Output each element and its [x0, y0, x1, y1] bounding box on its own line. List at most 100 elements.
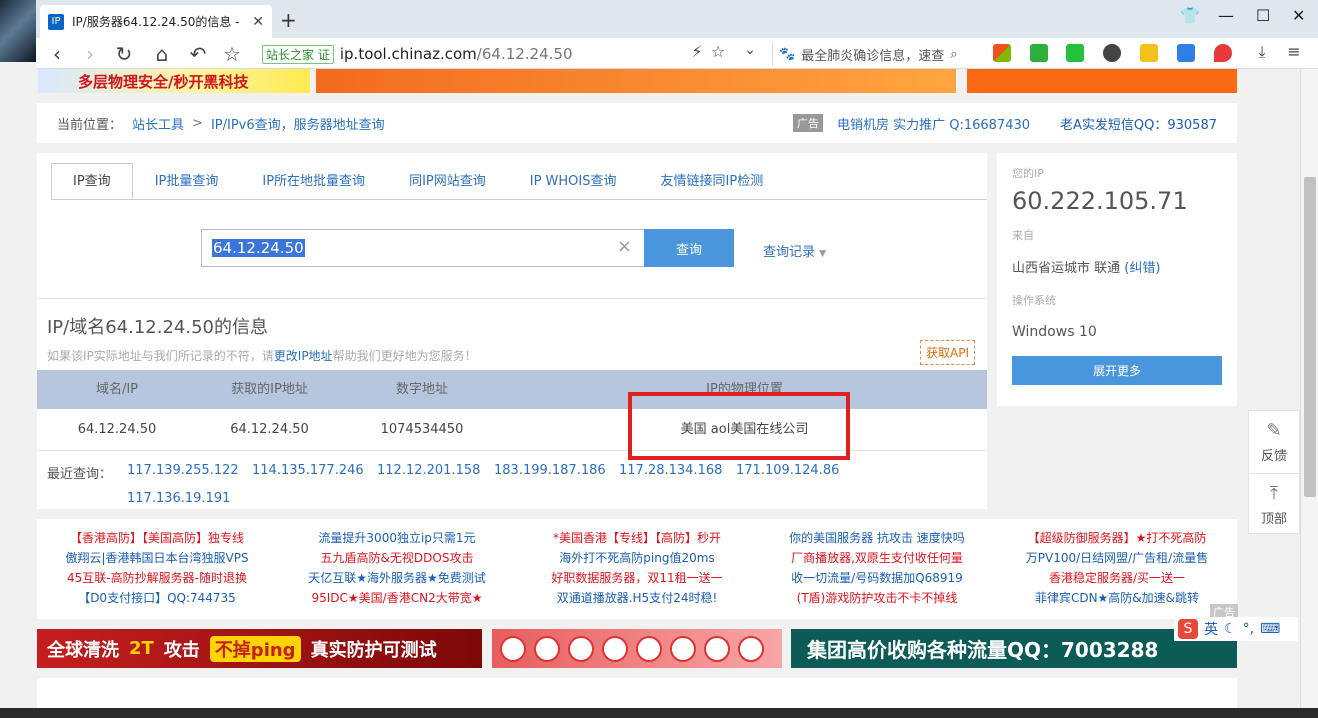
- ad-link[interactable]: 45互联-高防抄解服务器-随时退换: [37, 568, 277, 588]
- user-avatar[interactable]: [0, 0, 36, 62]
- ad-link[interactable]: (T盾)游戏防护攻击不卡不掉线: [757, 588, 997, 608]
- maximize-icon[interactable]: ☐: [1256, 6, 1270, 25]
- ad-link[interactable]: 流量提升3000独立ip只需1元: [277, 528, 517, 548]
- keyboard-icon[interactable]: ⌨: [1260, 621, 1280, 637]
- back-to-top-button[interactable]: ⤒ 顶部: [1249, 473, 1299, 535]
- recent-ip-link[interactable]: 171.109.124.86: [736, 463, 839, 478]
- new-tab-icon[interactable]: +: [280, 8, 297, 32]
- breadcrumb-link-ip[interactable]: IP/IPv6查询，服务器地址查询: [211, 114, 385, 133]
- reload-icon[interactable]: ↻: [112, 42, 136, 66]
- skin-icon[interactable]: 👕: [1180, 6, 1200, 25]
- col-numeric: 数字地址: [395, 382, 448, 397]
- tab-ip-query[interactable]: IP查询: [51, 163, 133, 199]
- close-tab-icon[interactable]: ✕: [252, 14, 264, 30]
- ad-link[interactable]: 收一切流量/号码数据加Q68919: [757, 568, 997, 588]
- top-ad-banner-3[interactable]: [967, 69, 1237, 93]
- ip-query-panel: IP查询 IP批量查询 IP所在地批量查询 同IP网站查询 IP WHOIS查询…: [37, 153, 987, 509]
- query-history-dropdown[interactable]: 查询记录 ▼: [763, 241, 826, 260]
- top-ad-text: 多层物理安全/秒开黑科技: [78, 73, 249, 91]
- ad-link[interactable]: 双通道播放器.H5支付24时稳!: [517, 588, 757, 608]
- bottom-ad-banner-2[interactable]: [492, 629, 782, 668]
- back-icon[interactable]: ‹: [45, 42, 69, 66]
- menu-icon[interactable]: ≡: [1282, 42, 1306, 61]
- recycle-ext-icon[interactable]: [1030, 44, 1048, 62]
- header-ad-link-1[interactable]: 电销机房 实力推广 Q:16687430: [837, 114, 1030, 133]
- ad-link[interactable]: 香港稳定服务器/买一送一: [997, 568, 1237, 588]
- ad-link[interactable]: 你的美国服务器 抗攻击 速度快吗: [757, 528, 997, 548]
- undo-icon[interactable]: ↶: [186, 42, 210, 66]
- minimize-icon[interactable]: —: [1218, 6, 1234, 25]
- recent-ip-link[interactable]: 117.139.255.122: [127, 463, 239, 478]
- query-history-label: 查询记录: [763, 245, 816, 260]
- recent-ip-link[interactable]: 117.28.134.168: [619, 463, 722, 478]
- ad-link[interactable]: 海外打不死高防ping值20ms: [517, 548, 757, 568]
- ad-link[interactable]: 万PV100/日结网盟/广告租/流量售: [997, 548, 1237, 568]
- ad-link[interactable]: 五九盾高防&无视DDOS攻击: [277, 548, 517, 568]
- browser-tab[interactable]: IP IP/服务器64.12.24.50的信息 - ✕: [40, 5, 272, 38]
- recent-ip-link[interactable]: 117.136.19.191: [127, 491, 230, 506]
- tab-friendlink[interactable]: 友情链接同IP检测: [639, 163, 786, 199]
- ip-search-input[interactable]: 64.12.24.50 ×: [201, 229, 645, 267]
- browser-search[interactable]: 🐾 最全肺炎确诊信息，速查 ⌕: [772, 42, 977, 66]
- recent-ip-link[interactable]: 183.199.187.186: [494, 463, 606, 478]
- mail-icon: [636, 635, 662, 662]
- tab-location-batch[interactable]: IP所在地批量查询: [240, 163, 387, 199]
- edit-ext-icon[interactable]: [1177, 44, 1195, 62]
- ad-link[interactable]: 【D0支付接口】QQ:744735: [37, 588, 277, 608]
- favorite-icon[interactable]: ☆: [220, 42, 244, 66]
- ime-toolbar[interactable]: S 英 ☾ °, ⌨: [1174, 617, 1298, 641]
- expand-more-button[interactable]: 展开更多: [1012, 356, 1222, 385]
- top-ad-banner-2[interactable]: [316, 69, 956, 93]
- your-ip-value: 60.222.105.71: [1012, 187, 1188, 215]
- bottom-ad-banner-3[interactable]: 集团高价收购各种流量QQ：7003288: [791, 629, 1237, 668]
- windows-ext-icon[interactable]: [993, 44, 1011, 62]
- ad-link[interactable]: 傲翔云|香港韩国日本台湾独服VPS: [37, 548, 277, 568]
- forward-icon[interactable]: ›: [78, 42, 102, 66]
- arrow-up-icon: ⤒: [1270, 482, 1278, 504]
- tab-divider: [51, 199, 987, 200]
- close-window-icon[interactable]: ✕: [1292, 6, 1305, 25]
- ad-link[interactable]: 好职数据服务器，双11租一送一: [517, 568, 757, 588]
- ad-link[interactable]: 95IDC★美国/香港CN2大带宽★: [277, 588, 517, 608]
- correct-link[interactable]: (纠错): [1124, 261, 1160, 276]
- tab-ip-batch[interactable]: IP批量查询: [133, 163, 241, 199]
- punct-icon[interactable]: °,: [1243, 621, 1254, 637]
- get-api-button[interactable]: 获取API: [920, 340, 975, 365]
- ad-link[interactable]: 天亿互联★海外服务器★免费测试: [277, 568, 517, 588]
- breadcrumb-separator: >: [192, 115, 203, 131]
- z-icon: [738, 635, 764, 662]
- ad-link[interactable]: *美国香港【专线】【高防】秒开: [517, 528, 757, 548]
- tab-whois[interactable]: IP WHOIS查询: [508, 163, 639, 199]
- ad-link[interactable]: 【超级防御服务器】★打不死高防: [997, 528, 1237, 548]
- home-icon[interactable]: ⌂: [150, 42, 174, 66]
- page-scrollbar[interactable]: [1300, 69, 1318, 718]
- feedback-button[interactable]: ✎ 反馈: [1249, 411, 1299, 473]
- bottom-ad-banner-1[interactable]: 全球清洗 2T 攻击 不掉ping 真实防护可测试: [37, 629, 482, 668]
- from-value: 山西省运城市 联通 (纠错): [1012, 261, 1161, 276]
- recent-ip-link[interactable]: 112.12.201.158: [377, 463, 480, 478]
- recent-ip-link[interactable]: 114.135.177.246: [252, 463, 364, 478]
- clear-icon[interactable]: ×: [617, 236, 632, 257]
- change-ip-link[interactable]: 更改IP地址: [274, 349, 333, 363]
- breadcrumb-link-tools[interactable]: 站长工具: [132, 114, 184, 133]
- ad-link[interactable]: 【香港高防】【美国高防】独专线: [37, 528, 277, 548]
- os-label: 操作系统: [1012, 294, 1056, 307]
- bookmark-star-icon[interactable]: ☆: [706, 42, 730, 61]
- header-ad-link-2[interactable]: 老A实发短信QQ：930587: [1060, 114, 1217, 133]
- ime-lang[interactable]: 英: [1204, 619, 1218, 639]
- dropdown-icon[interactable]: ⌄: [738, 42, 762, 58]
- tab-title: IP/服务器64.12.24.50的信息 -: [72, 15, 240, 29]
- tab-same-ip[interactable]: 同IP网站查询: [387, 163, 508, 199]
- download-icon[interactable]: ⤓: [1250, 42, 1274, 62]
- location-ext-icon[interactable]: [1214, 44, 1232, 62]
- query-button[interactable]: 查询: [644, 229, 734, 267]
- bug-ext-icon[interactable]: [1103, 44, 1121, 62]
- ad-link[interactable]: 厂商播放器,双原生支付收任何量: [757, 548, 997, 568]
- ad-link[interactable]: 菲律宾CDN★高防&加速&跳转: [997, 588, 1237, 608]
- scroll-thumb[interactable]: [1304, 177, 1316, 497]
- search-icon[interactable]: ⌕: [950, 47, 957, 62]
- top-ad-banner-1[interactable]: 多层物理安全/秒开黑科技: [38, 69, 310, 93]
- wechat-ext-icon[interactable]: [1066, 44, 1084, 62]
- shield-ext-icon[interactable]: [1140, 44, 1158, 62]
- moon-icon[interactable]: ☾: [1224, 621, 1237, 637]
